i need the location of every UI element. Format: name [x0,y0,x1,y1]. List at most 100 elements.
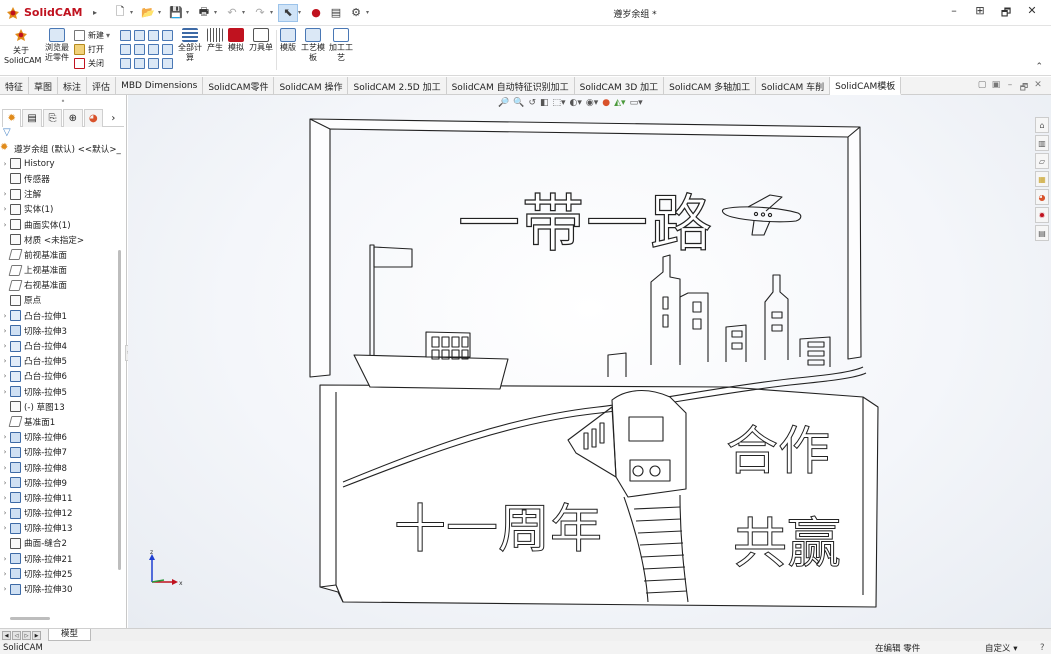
tree-item[interactable]: › 切除-拉伸30 [0,581,126,596]
tree-item[interactable]: › History [0,156,126,171]
op-icon[interactable] [148,29,159,41]
feature-tree-tab-icon[interactable]: ✹ [2,109,22,127]
tree-item[interactable]: › 凸台-拉伸4 [0,338,126,353]
expand-arrow-icon[interactable]: › [0,221,10,229]
tab-2[interactable]: 标注 [58,77,88,95]
chevron-down-icon[interactable]: ▾ [130,9,138,16]
expand-arrow-icon[interactable]: › [0,342,10,350]
open-icon[interactable]: 📂 [138,4,158,22]
tree-item[interactable]: › 切除-拉伸13 [0,521,126,536]
next-tab-icon[interactable]: ▷ [22,630,31,640]
tool-sheet-button[interactable]: 刀具单 [248,28,274,53]
tree-item[interactable]: › 切除-拉伸3 [0,323,126,338]
tree-item[interactable]: 基准面1 [0,414,126,429]
op-icon[interactable] [162,57,173,69]
last-tab-icon[interactable]: ▶ [32,630,41,640]
expand-arrow-icon[interactable]: › [0,372,10,380]
chevron-down-icon[interactable]: ▾ [366,9,374,16]
filter-icon[interactable]: ▽ [0,127,126,141]
expand-arrow-icon[interactable]: › [0,448,10,456]
expand-arrow-icon[interactable]: › [0,585,10,593]
expand-arrow-icon[interactable]: › [0,524,10,532]
panel-grip[interactable]: • [0,95,126,109]
expand-arrow-icon[interactable]: › [0,494,10,502]
display-style-icon[interactable]: ◐▾ [570,98,582,108]
process-template-button[interactable]: 工艺模 板 [300,28,326,63]
tree-item[interactable]: › 切除-拉伸7 [0,445,126,460]
tab-5[interactable]: SolidCAM零件 [203,77,275,95]
open-button[interactable]: 打开 [74,42,110,56]
print-icon[interactable]: 🖶 [194,4,214,22]
tile-icon[interactable]: ▣ [989,80,1003,96]
tree-item[interactable]: 前视基准面 [0,247,126,262]
template-button[interactable]: 模版 [278,28,298,53]
tree-item[interactable]: › 凸台-拉伸1 [0,308,126,323]
design-library-icon[interactable]: ▥ [1035,135,1049,151]
tree-item[interactable]: › 切除-拉伸9 [0,475,126,490]
restore-pane-icon[interactable]: ▢ [975,80,989,96]
op-icon[interactable] [134,57,145,69]
tab-6[interactable]: SolidCAM 操作 [274,77,349,95]
zoom-to-fit-icon[interactable]: 🔎 [498,98,509,108]
chevron-down-icon[interactable]: ▾ [158,9,166,16]
units-selector[interactable]: 自定义 ▾ [985,642,1018,654]
section-view-icon[interactable]: ◧ [540,98,549,108]
about-solidcam-button[interactable]: 关于 SolidCAM [4,28,41,66]
tree-item[interactable]: › 凸台-拉伸5 [0,354,126,369]
tree-item[interactable]: › 切除-拉伸6 [0,430,126,445]
expand-arrow-icon[interactable]: › [0,190,10,198]
graphics-area[interactable]: 🔎 🔍 ↺ ◧ ⬚▾ ◐▾ ◉▾ ● ◭▾ ▭▾ ⌂ ▥ ▱ ▦ ◕ ✹ ▤ 一… [128,95,1051,628]
tree-item[interactable]: › 切除-拉伸25 [0,566,126,581]
vertical-scrollbar[interactable] [118,250,121,570]
expand-arrow-icon[interactable]: › [0,509,10,517]
chevron-down-icon[interactable]: ▾ [242,9,250,16]
tree-item[interactable]: 原点 [0,293,126,308]
solidcam-pane-icon[interactable]: ✹ [1035,207,1049,223]
tab-8[interactable]: SolidCAM 自动特征识别加工 [447,77,575,95]
expand-arrow-icon[interactable]: › [0,160,10,168]
scene-icon[interactable]: ◭▾ [614,98,625,108]
undo-icon[interactable]: ↶ [222,4,242,22]
prev-tab-icon[interactable]: ◁ [12,630,21,640]
tree-item[interactable]: 曲面-缝合2 [0,536,126,551]
new-icon[interactable]: 🗋 [110,4,130,22]
tab-7[interactable]: SolidCAM 2.5D 加工 [348,77,447,95]
part-model[interactable]: 一带一路 十一周年 合作 共赢 [308,117,888,613]
restore-button[interactable]: 🗗 [993,4,1019,23]
appearance-icon[interactable]: ● [602,98,610,108]
chevron-down-icon[interactable]: ▾ [214,9,222,16]
new-button[interactable]: 新建 ▾ [74,28,110,42]
view-orientation-icon[interactable]: ⬚▾ [553,98,566,108]
zoom-area-icon[interactable]: 🔍 [513,98,524,108]
op-icon[interactable] [120,29,131,41]
expand-arrow-icon[interactable]: › [0,464,10,472]
layout-button[interactable]: ⊞ [967,4,993,23]
tab-4[interactable]: MBD Dimensions [116,77,204,95]
op-icon[interactable] [148,57,159,69]
minimize-button[interactable]: – [941,4,967,23]
op-icon[interactable] [120,43,131,55]
collapse-ribbon-icon[interactable]: ⌃ [1035,62,1043,72]
close-pane-icon[interactable]: ✕ [1031,80,1045,96]
expand-arrow-icon[interactable]: › [0,205,10,213]
menu-expand-icon[interactable]: ▸ [88,8,102,17]
expand-arrow-icon[interactable]: › [0,433,10,441]
file-properties-icon[interactable]: ▤ [326,4,346,22]
property-manager-tab-icon[interactable]: ▤ [22,109,42,127]
tree-item[interactable]: › 注解 [0,187,126,202]
tree-item[interactable]: › 切除-拉伸12 [0,506,126,521]
tree-item[interactable]: 上视基准面 [0,263,126,278]
tree-item[interactable]: 传感器 [0,171,126,186]
rebuild-icon[interactable]: ● [306,4,326,22]
options-icon[interactable]: ⚙ [346,4,366,22]
expand-arrow-icon[interactable]: › [0,570,10,578]
op-icon[interactable] [162,29,173,41]
chevron-down-icon[interactable]: ▾ [298,9,306,16]
save-icon[interactable]: 💾 [166,4,186,22]
tree-item[interactable]: 材质 <未指定> [0,232,126,247]
more-tabs-icon[interactable]: › [104,109,123,127]
tree-item[interactable]: › 实体(1) [0,202,126,217]
display-manager-tab-icon[interactable]: ◕ [83,109,103,127]
tree-item[interactable]: › 曲面实体(1) [0,217,126,232]
expand-arrow-icon[interactable]: › [0,357,10,365]
